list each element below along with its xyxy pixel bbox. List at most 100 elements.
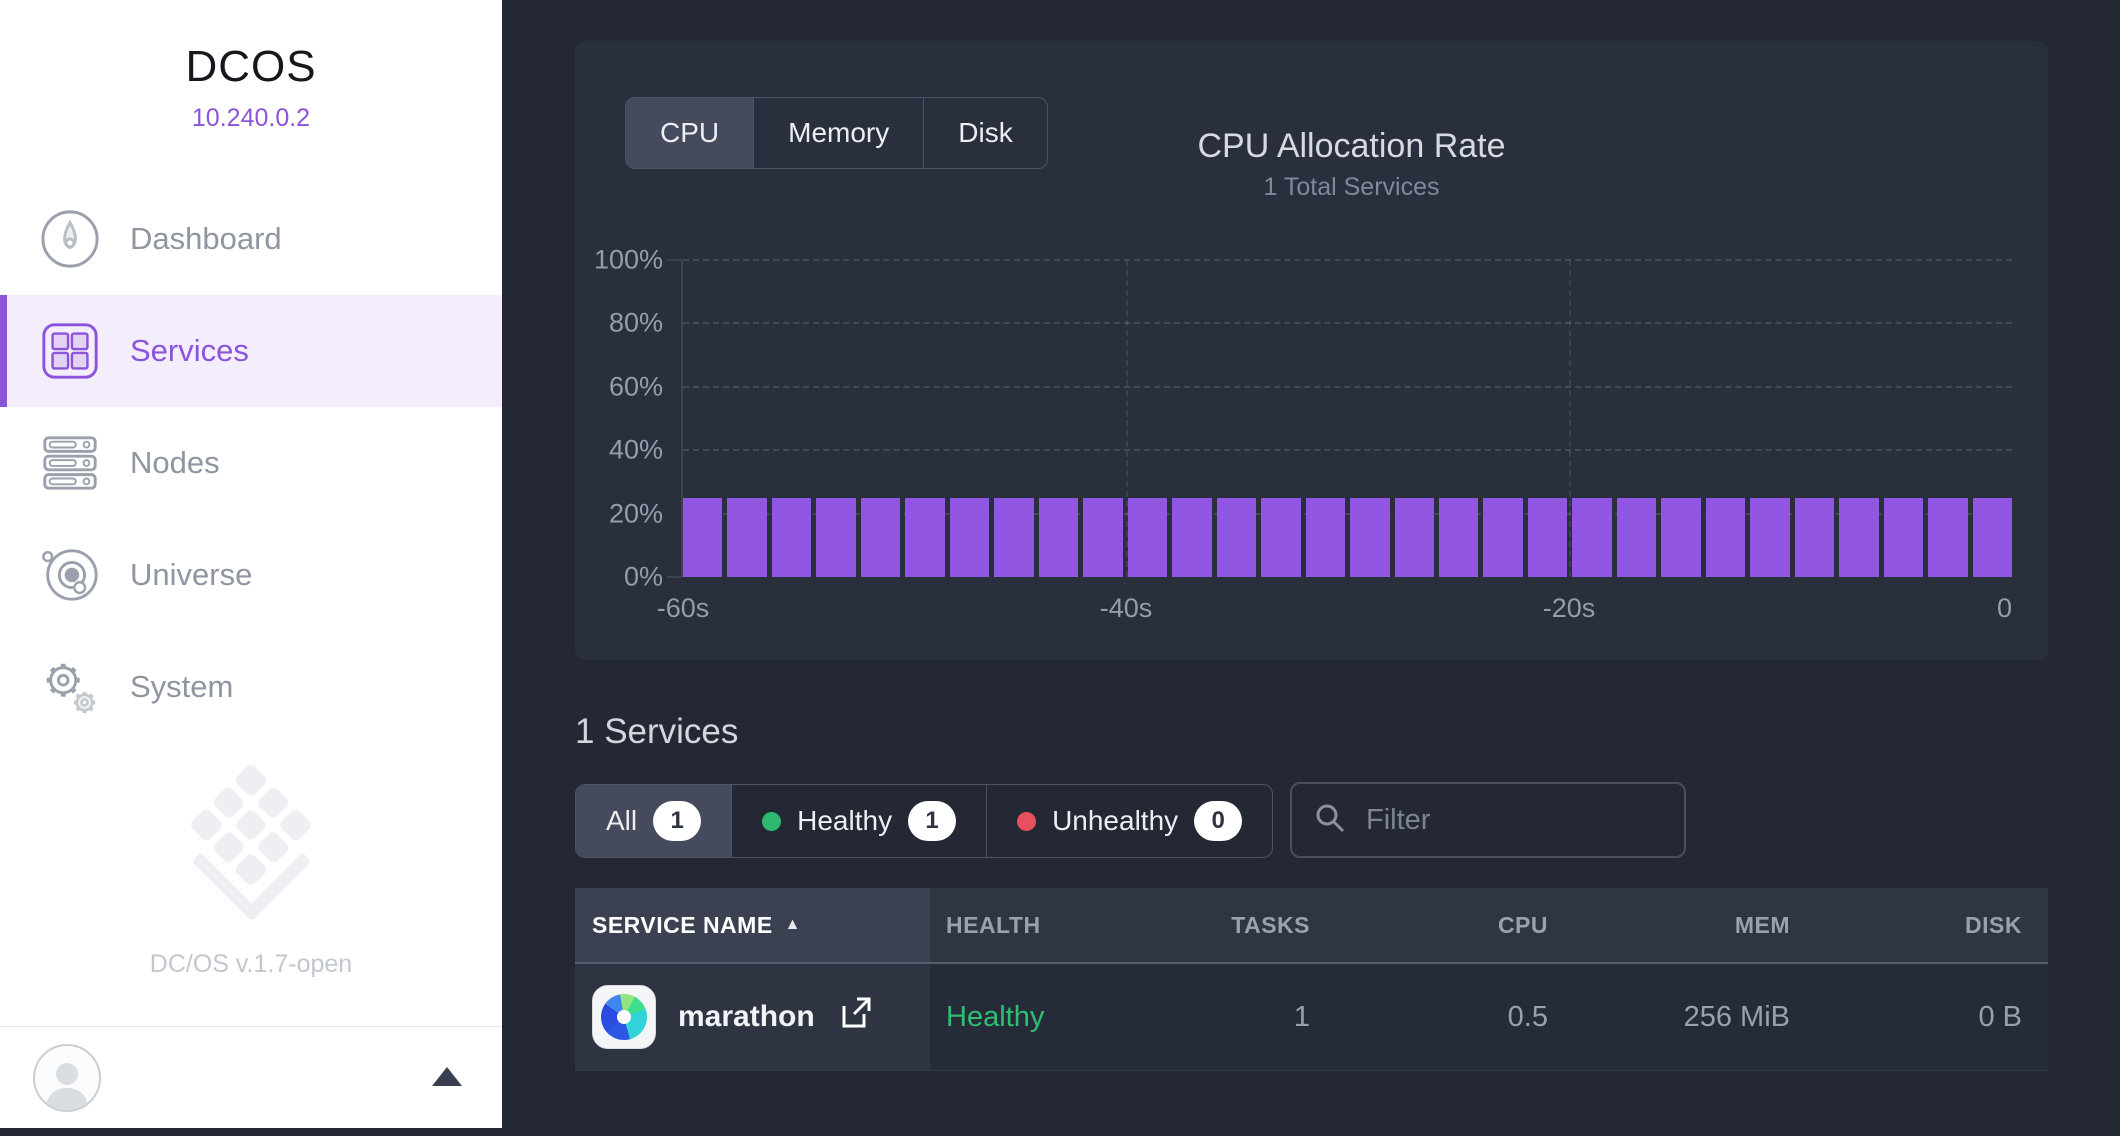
y-axis-tick	[667, 259, 681, 261]
filter-label: All	[606, 805, 637, 837]
chart-bar	[1350, 498, 1389, 577]
y-tick-label: 60%	[543, 372, 663, 403]
filter-label: Healthy	[797, 805, 892, 837]
chart-bar	[1572, 498, 1611, 577]
x-tick-label: -60s	[657, 593, 710, 624]
sidebar-item-label: Dashboard	[130, 221, 282, 257]
gauge-icon	[36, 205, 104, 273]
dcos-logo-watermark	[0, 781, 502, 904]
cluster-ip[interactable]: 10.240.0.2	[0, 104, 502, 133]
sidebar-item-universe[interactable]: Universe	[0, 519, 502, 631]
chart-bar	[683, 498, 722, 577]
chart-bar	[1661, 498, 1700, 577]
filter-count-badge: 1	[908, 801, 956, 841]
filter-search-box	[1290, 782, 1686, 858]
chart-bar	[1839, 498, 1878, 577]
sidebar-item-nodes[interactable]: Nodes	[0, 407, 502, 519]
chart-plot-area: 0% 20% 40% 60% 80% 100% -60s -40s -20s 0	[683, 260, 2012, 577]
filter-input[interactable]	[1364, 803, 1745, 838]
filter-count-badge: 0	[1194, 801, 1242, 841]
chart-bar	[1128, 498, 1167, 577]
chart-bar	[1261, 498, 1300, 577]
y-tick-label: 80%	[543, 308, 663, 339]
service-cpu-cell: 0.5	[1310, 964, 1548, 1070]
service-name[interactable]: marathon	[678, 1000, 815, 1034]
table-row[interactable]: marathon Healthy 1 0.5 256 MiB 0 B	[575, 964, 2048, 1071]
chart-bar	[1395, 498, 1434, 577]
service-mem-cell: 256 MiB	[1548, 964, 1790, 1070]
filter-healthy[interactable]: Healthy 1	[732, 785, 987, 857]
chart-bar	[1884, 498, 1923, 577]
service-name-cell: marathon	[575, 964, 930, 1070]
chart-bar	[727, 498, 766, 577]
sidebar-item-label: Services	[130, 333, 249, 369]
filter-all[interactable]: All 1	[576, 785, 732, 857]
sidebar-item-dashboard[interactable]: Dashboard	[0, 183, 502, 295]
chart-subtitle: 1 Total Services	[655, 173, 2048, 202]
servers-icon	[36, 429, 104, 497]
column-header-mem[interactable]: MEM	[1548, 888, 1790, 962]
sidebar-item-label: System	[130, 669, 233, 705]
user-avatar[interactable]	[33, 1044, 101, 1112]
chart-title: CPU Allocation Rate	[655, 127, 2048, 166]
services-heading: 1 Services	[575, 712, 738, 752]
chart-bar	[950, 498, 989, 577]
health-filter-group: All 1 Healthy 1 Unhealthy 0	[575, 784, 1273, 858]
sidebar-item-label: Nodes	[130, 445, 220, 481]
x-tick-label: -40s	[1100, 593, 1153, 624]
chart-bar	[1306, 498, 1345, 577]
column-header-health[interactable]: HEALTH	[930, 888, 1170, 962]
chart-bar	[1039, 498, 1078, 577]
chart-bars	[683, 260, 2012, 577]
sort-asc-icon: ▲	[785, 916, 801, 934]
chart-bar	[1083, 498, 1122, 577]
main-content: CPU Memory Disk CPU Allocation Rate 1 To…	[502, 0, 2120, 1136]
brand: DCOS 10.240.0.2	[0, 42, 502, 133]
service-health-cell: Healthy	[930, 964, 1170, 1070]
collapse-chevron-up-icon[interactable]	[432, 1067, 462, 1086]
y-tick-label: 40%	[543, 435, 663, 466]
column-header-cpu[interactable]: CPU	[1310, 888, 1548, 962]
filter-count-badge: 1	[653, 801, 701, 841]
sidebar-item-system[interactable]: System	[0, 631, 502, 743]
chart-bar	[1172, 498, 1211, 577]
chart-bar	[1750, 498, 1789, 577]
healthy-dot-icon	[762, 812, 781, 831]
y-tick-label: 100%	[543, 245, 663, 276]
chart-bar	[1706, 498, 1745, 577]
chart-bar	[1617, 498, 1656, 577]
unhealthy-dot-icon	[1017, 812, 1036, 831]
filter-label: Unhealthy	[1052, 805, 1178, 837]
x-tick-label: -20s	[1543, 593, 1596, 624]
allocation-chart-card: CPU Memory Disk CPU Allocation Rate 1 To…	[575, 41, 2048, 660]
y-tick-label: 0%	[543, 562, 663, 593]
orbit-icon	[36, 541, 104, 609]
sidebar: DCOS 10.240.0.2 Dashboard	[0, 0, 502, 1128]
chart-bar	[1928, 498, 1967, 577]
service-disk-cell: 0 B	[1790, 964, 2048, 1070]
chart-bar	[1973, 498, 2012, 577]
cluster-title: DCOS	[0, 42, 502, 92]
chart-bar	[772, 498, 811, 577]
column-header-disk[interactable]: DISK	[1790, 888, 2048, 962]
gears-icon	[36, 653, 104, 721]
chart-bar	[816, 498, 855, 577]
chart-bar	[1217, 498, 1256, 577]
table-header-row: SERVICE NAME ▲ HEALTH TASKS CPU MEM DISK	[575, 888, 2048, 964]
column-header-service-name[interactable]: SERVICE NAME ▲	[575, 888, 930, 962]
marathon-logo-icon	[592, 985, 656, 1049]
sidebar-item-services[interactable]: Services	[0, 295, 502, 407]
service-tasks-cell: 1	[1170, 964, 1310, 1070]
dcos-ui: DCOS 10.240.0.2 Dashboard	[0, 0, 2120, 1136]
filter-unhealthy[interactable]: Unhealthy 0	[987, 785, 1272, 857]
chart-bar	[905, 498, 944, 577]
dcos-version: DC/OS v.1.7-open	[0, 950, 502, 979]
external-link-icon[interactable]	[837, 995, 873, 1039]
services-table: SERVICE NAME ▲ HEALTH TASKS CPU MEM DISK…	[575, 888, 2048, 1071]
chart-bar	[994, 498, 1033, 577]
chart-bar	[861, 498, 900, 577]
y-axis-tick	[667, 576, 681, 578]
column-header-tasks[interactable]: TASKS	[1170, 888, 1310, 962]
chart-bar	[1439, 498, 1478, 577]
chart-bar	[1795, 498, 1834, 577]
